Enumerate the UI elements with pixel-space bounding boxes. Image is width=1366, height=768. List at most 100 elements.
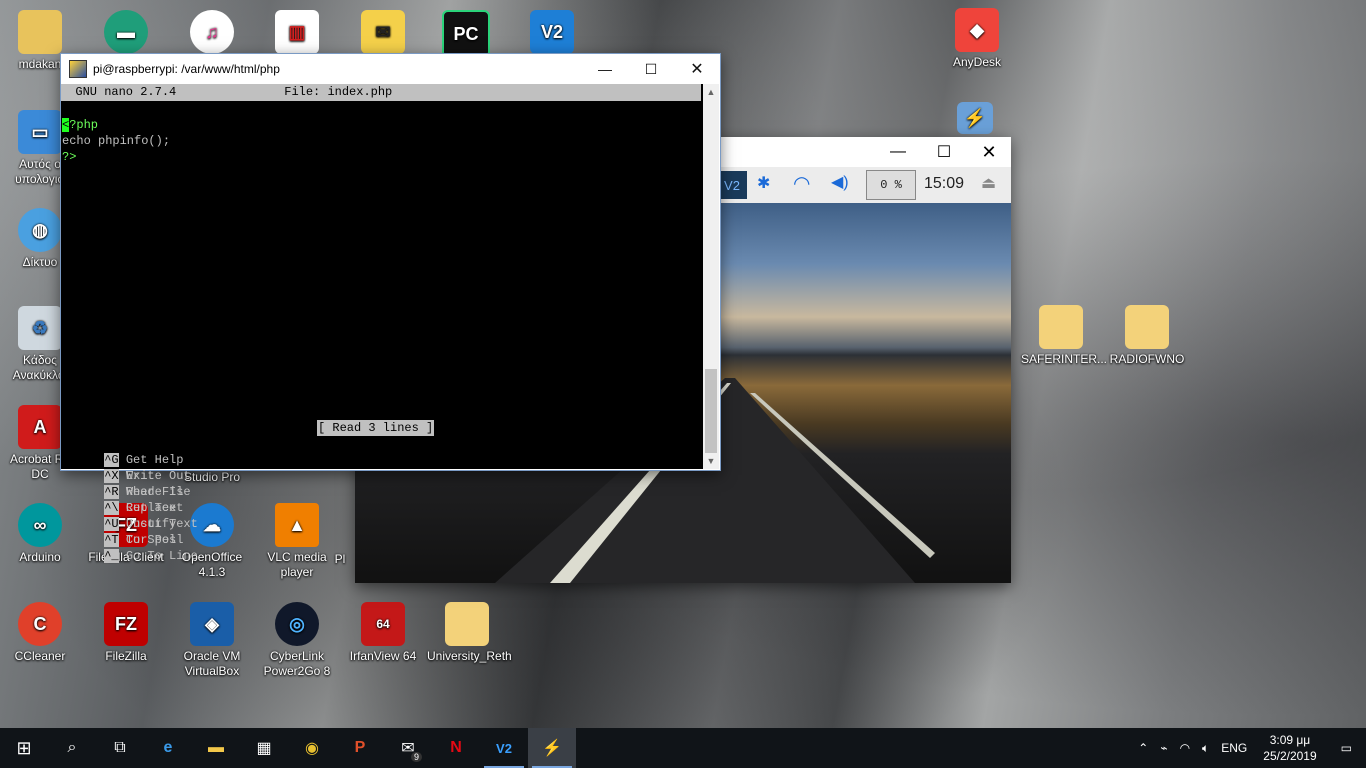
- clock[interactable]: 3:09 μμ 25/2/2019: [1253, 732, 1326, 764]
- task-view-icon[interactable]: ⧉: [96, 728, 144, 768]
- desktop-icon-pl[interactable]: Pl: [320, 552, 360, 567]
- envelope-icon: ✉: [361, 10, 405, 54]
- volume-icon[interactable]: 🔈︎: [1196, 741, 1215, 756]
- vnc-taskbar-icon[interactable]: V2: [480, 728, 528, 768]
- icon-label: SAFERINTER...: [1021, 352, 1108, 366]
- mail-badge: 9: [410, 752, 422, 762]
- computer-icon: ▭: [18, 110, 62, 154]
- panel-clock: 15:09: [924, 175, 965, 192]
- maximize-button[interactable]: ☐: [921, 137, 967, 167]
- icon-label: CyberLink Power2Go 8: [263, 649, 331, 678]
- cpu-usage: 0 %: [866, 170, 916, 200]
- code-line-3: ?>: [62, 150, 77, 164]
- start-button[interactable]: ⊞: [0, 728, 48, 768]
- folder-icon: [1125, 305, 1169, 349]
- anydesk-icon: ◆: [955, 8, 999, 52]
- taskbar: ⊞ ⌕ ⧉ e ▬ ▦ ◉ P ✉ 9 N V2 ⚡ ⌃ ⌁ ◠ 🔈︎ ENG 3…: [0, 728, 1366, 768]
- scroll-thumb[interactable]: [705, 369, 717, 453]
- arduino-icon: ∞: [18, 503, 62, 547]
- icon-label: Oracle VM VirtualBox: [183, 649, 241, 678]
- desktop-icon-university-folder[interactable]: University_Reth: [427, 602, 512, 664]
- desktop-icon-filezilla[interactable]: FZ FileZilla: [86, 602, 166, 664]
- virtualbox-cube-icon: ◈: [190, 602, 234, 646]
- edge-icon[interactable]: e: [144, 728, 192, 768]
- desktop-icon-virtualbox[interactable]: ◈ Oracle VM VirtualBox: [172, 602, 252, 679]
- vnc-tray-icon[interactable]: V2: [717, 171, 747, 199]
- volume-icon[interactable]: ◀): [831, 172, 849, 192]
- icon-label: FileZilla: [105, 649, 147, 663]
- music-note-icon: ♫: [190, 10, 234, 54]
- desktop-icon-vnc[interactable]: V2: [512, 10, 592, 57]
- network-icon: ◍: [18, 208, 62, 252]
- putty-titlebar[interactable]: pi@raspberrypi: /var/www/html/php — ☐ ✕: [61, 54, 720, 84]
- clock-date: 25/2/2019: [1263, 749, 1317, 763]
- desktop-icon-ccleaner[interactable]: C CCleaner: [0, 602, 80, 664]
- notification-icon[interactable]: ▭: [1327, 741, 1366, 755]
- filezilla-icon: FZ: [104, 602, 148, 646]
- desktop-icon-power2go[interactable]: ◎ CyberLink Power2Go 8: [257, 602, 337, 679]
- disc-icon: ◎: [275, 602, 319, 646]
- system-tray: ⌃ ⌁ ◠ 🔈︎ ENG 3:09 μμ 25/2/2019 ▭: [1132, 728, 1366, 768]
- desktop-icon-putty[interactable]: ⚡: [945, 102, 1005, 137]
- icon-label: AnyDesk: [952, 55, 1002, 69]
- icon-label: University_Reth: [427, 649, 512, 663]
- maximize-button[interactable]: ☐: [628, 54, 674, 84]
- power-icon[interactable]: ⌁: [1154, 741, 1173, 755]
- folder-icon: [1039, 305, 1083, 349]
- mail-icon[interactable]: ✉ 9: [384, 728, 432, 768]
- desktop-icon-anydesk[interactable]: ◆ AnyDesk: [937, 8, 1017, 70]
- putty-window[interactable]: pi@raspberrypi: /var/www/html/php — ☐ ✕ …: [60, 53, 721, 563]
- desktop-icon-vlc[interactable]: ▲ VLC media player: [257, 503, 337, 580]
- desktop-icon-itunes[interactable]: ♫: [172, 10, 252, 57]
- code-line-2: echo phpinfo();: [62, 134, 171, 148]
- netflix-icon[interactable]: N: [432, 728, 480, 768]
- desktop-icon-popcorn[interactable]: ▥: [257, 10, 337, 57]
- chevron-up-icon[interactable]: ⌃: [1132, 741, 1154, 755]
- scroll-up-icon[interactable]: ▲: [703, 84, 719, 100]
- close-button[interactable]: ✕: [967, 137, 1011, 167]
- shortcut-row-2: ^X Exit ^R Read File ^\ Replace ^U Uncut…: [104, 469, 198, 563]
- clock-time: 3:09 μμ: [1269, 733, 1311, 747]
- desktop-icon-radiofwno-folder[interactable]: RADIOFWNO: [1107, 305, 1187, 367]
- popcorn-icon: ▥: [275, 10, 319, 54]
- recycle-bin-icon: ♻: [18, 306, 62, 350]
- powerpoint-icon[interactable]: P: [336, 728, 384, 768]
- desktop-icon-app-green[interactable]: ▬: [86, 10, 166, 57]
- close-button[interactable]: ✕: [674, 54, 720, 84]
- chrome-icon[interactable]: ◉: [288, 728, 336, 768]
- terminal[interactable]: GNU nano 2.7.4 File: index.php <?php ech…: [61, 84, 703, 563]
- putty-taskbar-icon[interactable]: ⚡: [528, 728, 576, 768]
- terminal-scrollbar[interactable]: ▲ ▼: [703, 84, 719, 469]
- vlc-cone-icon: ▲: [275, 503, 319, 547]
- language-indicator[interactable]: ENG: [1215, 741, 1253, 755]
- icon-label: IrfanView 64: [349, 649, 417, 663]
- code-line-1: <?php: [62, 118, 99, 132]
- ccleaner-icon: C: [18, 602, 62, 646]
- window-title: pi@raspberrypi: /var/www/html/php: [93, 62, 280, 76]
- icon-label: CCleaner: [14, 649, 66, 663]
- desktop-icon-saferinter-folder[interactable]: SAFERINTER...: [1021, 305, 1108, 367]
- nano-status: [ Read 3 lines ]: [317, 420, 435, 436]
- search-icon[interactable]: ⌕: [48, 728, 96, 768]
- irfanview-icon: 64: [361, 602, 405, 646]
- desktop-icon-irfanview[interactable]: 64 IrfanView 64: [343, 602, 423, 664]
- app-icon: ▬: [104, 10, 148, 54]
- pycharm-icon: PC: [442, 10, 490, 58]
- eject-icon[interactable]: ⏏: [981, 173, 996, 193]
- wifi-icon[interactable]: ◠: [1174, 741, 1196, 755]
- minimize-button[interactable]: —: [875, 137, 921, 167]
- nano-header: GNU nano 2.7.4 File: index.php: [61, 84, 701, 101]
- folder-icon: [445, 602, 489, 646]
- putty-app-icon: [69, 60, 87, 78]
- desktop-icon-mail[interactable]: ✉: [343, 10, 423, 57]
- wifi-icon[interactable]: ◠: [793, 171, 810, 196]
- minimize-button[interactable]: —: [582, 54, 628, 84]
- putty-icon: ⚡: [957, 102, 993, 134]
- vnc-icon: V2: [530, 10, 574, 54]
- acrobat-icon: A: [18, 405, 62, 449]
- scroll-down-icon[interactable]: ▼: [703, 453, 719, 469]
- store-icon[interactable]: ▦: [240, 728, 288, 768]
- file-explorer-icon[interactable]: ▬: [192, 728, 240, 768]
- bluetooth-icon[interactable]: ✱: [757, 173, 770, 193]
- icon-label: Pl: [334, 552, 346, 566]
